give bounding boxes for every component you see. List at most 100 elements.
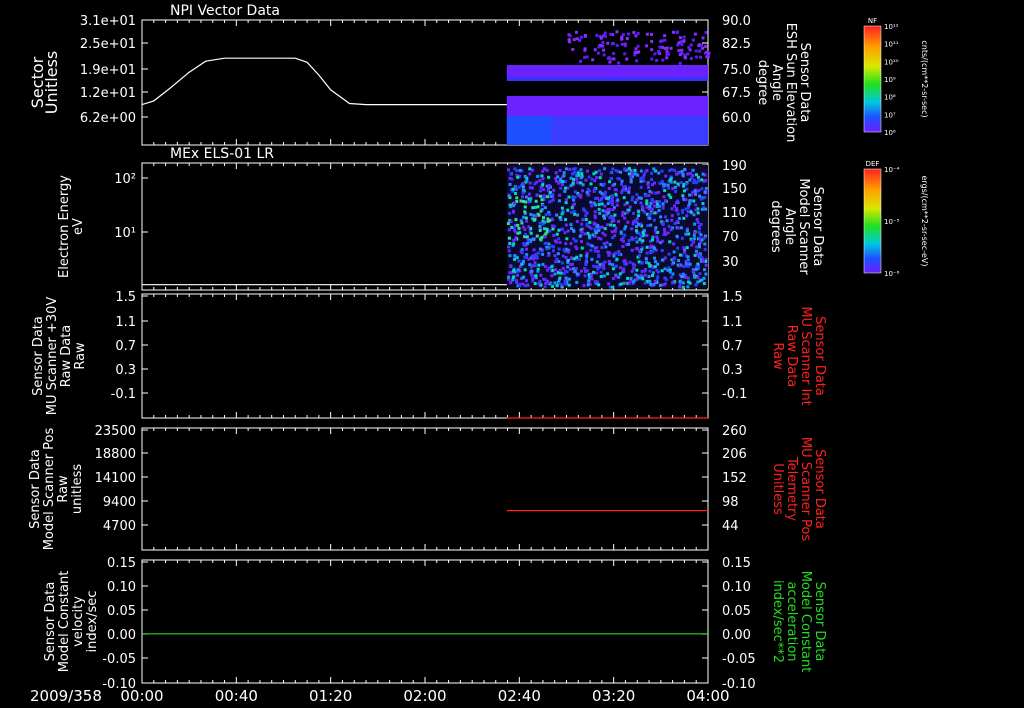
spectrogram-pixel — [633, 200, 637, 204]
spectrogram-pixel — [689, 210, 693, 214]
spectrogram-pixel — [583, 274, 587, 278]
spectrogram-pixel — [525, 235, 529, 239]
spectrogram-pixel — [681, 194, 685, 198]
spectrogram-pixel — [680, 236, 684, 240]
spectrogram-pixel — [655, 205, 659, 209]
spectrogram-pixel — [654, 191, 658, 195]
spectrogram-pixel — [533, 282, 537, 286]
spectrogram-pixel — [508, 254, 512, 258]
spectrogram-pixel — [684, 232, 688, 236]
spectrogram-pixel — [612, 219, 616, 223]
spectrogram-pixel — [512, 275, 516, 279]
spectrogram-pixel — [538, 221, 542, 225]
spectrogram-pixel — [685, 229, 689, 233]
spectrogram-pixel — [669, 177, 673, 181]
spectrogram-pixel — [548, 212, 552, 216]
spectrogram-pixel — [566, 208, 570, 212]
right-axis-label-line: MU Scanner Pos — [798, 437, 813, 542]
spectrogram-pixel — [647, 193, 651, 197]
spectrogram-pixel — [648, 205, 652, 209]
spectrogram-pixel — [514, 230, 518, 234]
spectrogram-pixel — [650, 178, 654, 182]
spectrogram-pixel — [610, 230, 614, 234]
spectrogram-pixel — [637, 276, 641, 280]
spectrogram-pixel — [677, 217, 681, 221]
spectrogram-pixel — [656, 262, 660, 266]
spectrogram-pixel — [531, 277, 535, 281]
spectrogram-pixel — [545, 168, 549, 172]
spectrogram-pixel — [564, 198, 568, 202]
spectrogram-pixel — [549, 195, 553, 199]
spectrogram-pixel — [602, 48, 606, 52]
spectrogram-pixel — [617, 250, 621, 254]
spectrogram-pixel — [687, 232, 691, 236]
y-tick-label: 4700 — [103, 519, 136, 534]
spectrogram-pixel — [561, 211, 565, 215]
spectrogram-pixel — [527, 192, 531, 196]
y-tick-label: 260 — [722, 424, 747, 439]
spectrogram-pixel — [554, 268, 558, 272]
spectrogram-pixel — [696, 252, 700, 256]
spectrogram-pixel — [640, 269, 644, 273]
y-tick-label: 0.15 — [107, 556, 136, 571]
spectrogram-pixel — [596, 250, 600, 254]
spectrogram-pixel — [543, 285, 547, 289]
spectrogram-pixel — [585, 211, 589, 215]
spectrogram-pixel — [523, 205, 527, 209]
spectrogram-pixel — [697, 227, 701, 231]
spectrogram-pixel — [625, 57, 629, 61]
right-axis-label-line: MU Scanner Int — [798, 306, 813, 405]
spectrogram-pixel — [550, 274, 554, 278]
y-tick-label: -0.1 — [111, 387, 136, 402]
spectrogram-band — [506, 65, 708, 77]
spectrogram-pixel — [556, 252, 560, 256]
spectrogram-pixel — [637, 210, 641, 214]
spectrogram-pixel — [597, 253, 601, 257]
y-tick-label: 3.1e+01 — [80, 14, 136, 29]
spectrogram-pixel — [623, 233, 627, 237]
spectrogram-pixel — [579, 59, 583, 63]
spectrogram-pixel — [666, 51, 670, 55]
spectrogram-pixel — [695, 55, 699, 59]
spectrogram-pixel — [516, 273, 520, 277]
spectrogram-pixel — [598, 199, 602, 203]
spectrogram-pixel — [564, 256, 568, 260]
colorbar: NF 10¹² 10¹¹ 10¹⁰ 10⁹ 10⁸ 10⁷ 10⁶ cnts/(cm**2-sr… — [863, 17, 929, 137]
spectrogram-pixel — [593, 179, 597, 183]
spectrogram-pixel — [523, 174, 527, 178]
spectrogram-pixel — [507, 236, 511, 240]
spectrogram-pixel — [585, 254, 589, 258]
spectrogram-pixel — [645, 32, 649, 36]
spectrogram-pixel — [603, 167, 607, 171]
spectrogram-pixel — [653, 52, 657, 56]
spectrogram-pixel — [555, 257, 559, 261]
spectrogram-pixel — [564, 167, 568, 171]
spectrogram-pixel — [695, 217, 699, 221]
spectrogram-pixel — [599, 172, 603, 176]
spectrogram-pixel — [669, 46, 673, 50]
spectrogram-pixel — [656, 190, 660, 194]
y-tick-label: 10¹ — [114, 226, 136, 241]
spectrogram-pixel — [676, 30, 680, 34]
spectrogram-pixel — [590, 257, 594, 261]
spectrogram-pixel — [642, 179, 646, 183]
spectrogram-pixel — [584, 214, 588, 218]
spectrogram-pixel — [530, 168, 534, 172]
spectrogram-pixel — [569, 184, 573, 188]
spectrogram-pixel — [622, 281, 626, 285]
y-tick-label: 82.5 — [722, 37, 751, 52]
spectrogram-pixel — [530, 269, 534, 273]
spectrogram-pixel — [572, 229, 576, 233]
spectrogram-pixel — [522, 215, 526, 219]
spectrogram-pixel — [584, 217, 588, 221]
spectrogram-pixel — [602, 274, 606, 278]
spectrogram-pixel — [575, 37, 579, 41]
spectrogram-pixel — [696, 262, 700, 266]
spectrogram-pixel — [562, 248, 566, 252]
spectrogram-pixel — [581, 189, 585, 193]
spectrogram-pixel — [632, 266, 636, 270]
spectrogram-pixel — [637, 231, 641, 235]
spectrogram-pixel — [575, 255, 579, 259]
spectrogram-pixel — [626, 220, 630, 224]
spectrogram-pixel — [666, 183, 670, 187]
